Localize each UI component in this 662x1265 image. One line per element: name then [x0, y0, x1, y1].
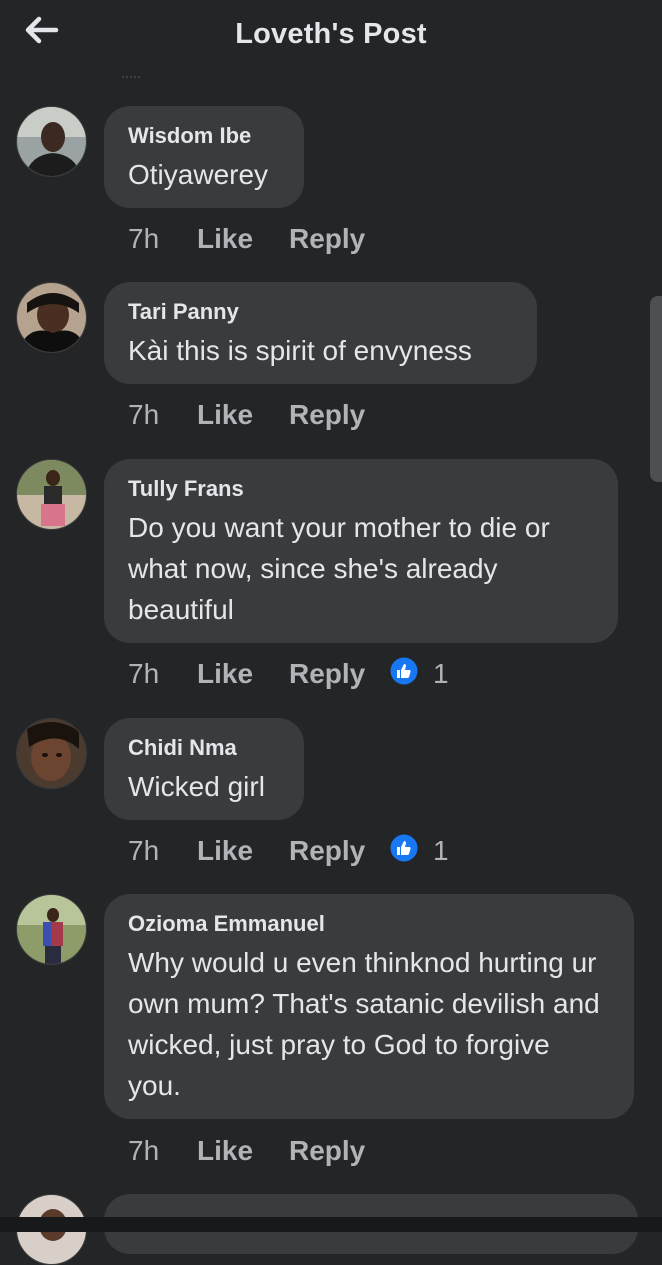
like-button[interactable]: Like: [197, 835, 289, 867]
comment-actions: 7h Like Reply 1: [128, 654, 449, 694]
comment-author[interactable]: Chidi Nma: [128, 734, 280, 762]
comment-bubble[interactable]: Tari Panny Kài this is spirit of envynes…: [104, 282, 537, 384]
comment-bubble[interactable]: Tully Frans Do you want your mother to d…: [104, 459, 618, 643]
scrollbar[interactable]: [650, 296, 662, 482]
comment-author[interactable]: Ozioma Emmanuel: [128, 910, 610, 938]
avatar[interactable]: [16, 459, 87, 530]
avatar[interactable]: [16, 282, 87, 353]
page-title: Loveth's Post: [235, 18, 427, 50]
comment-actions: 7h Like Reply: [128, 395, 389, 435]
comment-time[interactable]: 7h: [128, 835, 197, 867]
avatar[interactable]: [16, 894, 87, 965]
bottom-bar: [0, 1217, 662, 1232]
comment-text: Wicked girl: [128, 771, 265, 802]
reply-button[interactable]: Reply: [289, 835, 389, 867]
reaction-count: 1: [433, 835, 449, 866]
comment-text: Otiyawerey: [128, 159, 269, 190]
like-button[interactable]: Like: [197, 1135, 289, 1167]
comment-time[interactable]: 7h: [128, 1135, 197, 1167]
like-button[interactable]: Like: [197, 658, 289, 690]
comment-actions: 7h Like Reply 1: [128, 831, 449, 871]
reply-button[interactable]: Reply: [289, 223, 389, 255]
comment-text: Kài this is spirit of envyness: [128, 335, 472, 366]
comment-time[interactable]: 7h: [128, 223, 197, 255]
avatar[interactable]: [16, 106, 87, 177]
divider: [122, 76, 140, 81]
comment-author[interactable]: Wisdom Ibe: [128, 122, 280, 150]
comment-time[interactable]: 7h: [128, 399, 197, 431]
comment-bubble[interactable]: Ozioma Emmanuel Why would u even thinkno…: [104, 894, 634, 1119]
comment-actions: 7h Like Reply: [128, 219, 389, 259]
reaction-count: 1: [433, 658, 449, 689]
reply-button[interactable]: Reply: [289, 399, 389, 431]
thumbs-up-icon: [389, 656, 419, 693]
like-button[interactable]: Like: [197, 223, 289, 255]
comment-author[interactable]: Tari Panny: [128, 298, 513, 326]
comment-text: Do you want your mother to die or what n…: [128, 512, 550, 625]
comment-author[interactable]: Tully Frans: [128, 475, 594, 503]
like-button[interactable]: Like: [197, 399, 289, 431]
comment-time[interactable]: 7h: [128, 658, 197, 690]
comment-text: Why would u even thinknod hurting ur own…: [128, 947, 600, 1101]
comment-actions: 7h Like Reply: [128, 1131, 389, 1171]
reply-button[interactable]: Reply: [289, 658, 389, 690]
thumbs-up-icon: [389, 833, 419, 870]
reaction-summary[interactable]: 1: [389, 833, 449, 870]
avatar[interactable]: [16, 718, 87, 789]
comment-bubble[interactable]: Chidi Nma Wicked girl: [104, 718, 304, 820]
reaction-summary[interactable]: 1: [389, 656, 449, 693]
comment-bubble[interactable]: Wisdom Ibe Otiyawerey: [104, 106, 304, 208]
reply-button[interactable]: Reply: [289, 1135, 389, 1167]
header-bar: Loveth's Post: [0, 0, 662, 72]
